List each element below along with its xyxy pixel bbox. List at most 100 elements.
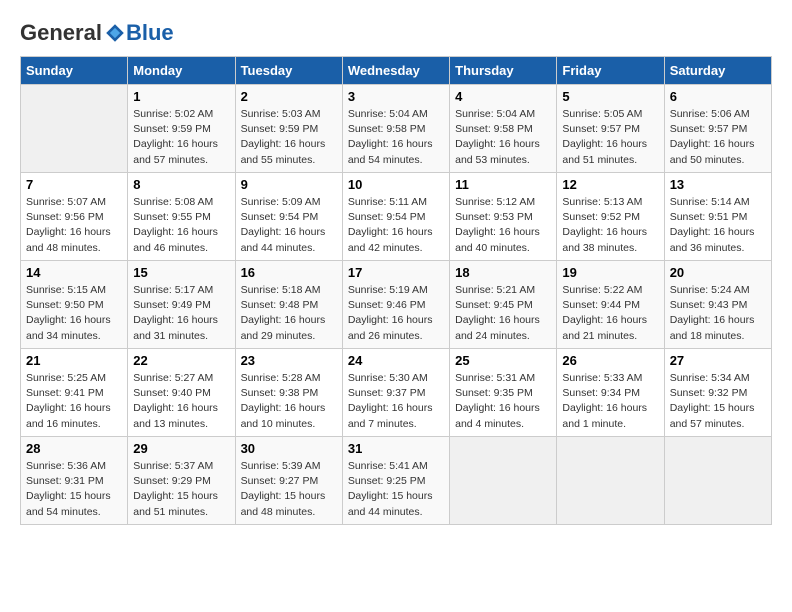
header-sunday: Sunday [21,57,128,85]
header-saturday: Saturday [664,57,771,85]
day-detail: Sunrise: 5:15 AM Sunset: 9:50 PM Dayligh… [26,283,122,344]
day-detail: Sunrise: 5:19 AM Sunset: 9:46 PM Dayligh… [348,283,444,344]
calendar-cell [21,85,128,173]
logo-general: General [20,20,102,46]
calendar-cell: 9Sunrise: 5:09 AM Sunset: 9:54 PM Daylig… [235,173,342,261]
day-detail: Sunrise: 5:30 AM Sunset: 9:37 PM Dayligh… [348,371,444,432]
day-detail: Sunrise: 5:39 AM Sunset: 9:27 PM Dayligh… [241,459,337,520]
calendar-cell: 19 Sunrise: 5:22 AM Sunset: 9:44 PM Dayli… [557,261,664,349]
calendar-week-3: 14 Sunrise: 5:15 AM Sunset: 9:50 PM Dayli… [21,261,772,349]
calendar-cell [557,437,664,525]
calendar-cell: 27 Sunrise: 5:34 AM Sunset: 9:32 PM Dayli… [664,349,771,437]
day-number: 24 [348,353,444,368]
calendar-table: SundayMondayTuesdayWednesdayThursdayFrid… [20,56,772,525]
calendar-cell: 20 Sunrise: 5:24 AM Sunset: 9:43 PM Dayli… [664,261,771,349]
day-number: 16 [241,265,337,280]
day-detail: Sunrise: 5:22 AM Sunset: 9:44 PM Dayligh… [562,283,658,344]
day-detail: Sunrise: 5:25 AM Sunset: 9:41 PM Dayligh… [26,371,122,432]
calendar-cell: 30Sunrise: 5:39 AM Sunset: 9:27 PM Dayli… [235,437,342,525]
day-number: 23 [241,353,337,368]
day-number: 15 [133,265,229,280]
calendar-cell: 15 Sunrise: 5:17 AM Sunset: 9:49 PM Dayli… [128,261,235,349]
day-number: 4 [455,89,551,104]
day-number: 9 [241,177,337,192]
day-detail: Sunrise: 5:14 AM Sunset: 9:51 PM Dayligh… [670,195,766,256]
day-number: 22 [133,353,229,368]
day-detail: Sunrise: 5:36 AM Sunset: 9:31 PM Dayligh… [26,459,122,520]
calendar-cell: 3Sunrise: 5:04 AM Sunset: 9:58 PM Daylig… [342,85,449,173]
calendar-header-row: SundayMondayTuesdayWednesdayThursdayFrid… [21,57,772,85]
day-detail: Sunrise: 5:08 AM Sunset: 9:55 PM Dayligh… [133,195,229,256]
calendar-cell: 7 Sunrise: 5:07 AM Sunset: 9:56 PM Daylig… [21,173,128,261]
header-thursday: Thursday [450,57,557,85]
day-detail: Sunrise: 5:03 AM Sunset: 9:59 PM Dayligh… [241,107,337,168]
day-number: 28 [26,441,122,456]
calendar-cell: 1 Sunrise: 5:02 AM Sunset: 9:59 PM Daylig… [128,85,235,173]
calendar-cell: 2Sunrise: 5:03 AM Sunset: 9:59 PM Daylig… [235,85,342,173]
calendar-cell: 6 Sunrise: 5:06 AM Sunset: 9:57 PM Daylig… [664,85,771,173]
calendar-cell: 12 Sunrise: 5:13 AM Sunset: 9:52 PM Dayli… [557,173,664,261]
calendar-cell: 8 Sunrise: 5:08 AM Sunset: 9:55 PM Daylig… [128,173,235,261]
day-number: 11 [455,177,551,192]
header-tuesday: Tuesday [235,57,342,85]
calendar-cell: 13 Sunrise: 5:14 AM Sunset: 9:51 PM Dayli… [664,173,771,261]
calendar-cell [664,437,771,525]
day-number: 21 [26,353,122,368]
calendar-cell: 17 Sunrise: 5:19 AM Sunset: 9:46 PM Dayli… [342,261,449,349]
day-detail: Sunrise: 5:27 AM Sunset: 9:40 PM Dayligh… [133,371,229,432]
logo: GeneralBlue [20,20,174,46]
day-number: 1 [133,89,229,104]
day-detail: Sunrise: 5:06 AM Sunset: 9:57 PM Dayligh… [670,107,766,168]
day-number: 29 [133,441,229,456]
day-detail: Sunrise: 5:18 AM Sunset: 9:48 PM Dayligh… [241,283,337,344]
day-number: 6 [670,89,766,104]
calendar-cell: 16 Sunrise: 5:18 AM Sunset: 9:48 PM Dayli… [235,261,342,349]
calendar-cell: 25Sunrise: 5:31 AM Sunset: 9:35 PM Dayli… [450,349,557,437]
calendar-week-4: 21 Sunrise: 5:25 AM Sunset: 9:41 PM Dayli… [21,349,772,437]
day-detail: Sunrise: 5:21 AM Sunset: 9:45 PM Dayligh… [455,283,551,344]
day-number: 10 [348,177,444,192]
day-detail: Sunrise: 5:17 AM Sunset: 9:49 PM Dayligh… [133,283,229,344]
calendar-week-5: 28 Sunrise: 5:36 AM Sunset: 9:31 PM Dayli… [21,437,772,525]
calendar-cell: 14 Sunrise: 5:15 AM Sunset: 9:50 PM Dayli… [21,261,128,349]
calendar-cell: 18Sunrise: 5:21 AM Sunset: 9:45 PM Dayli… [450,261,557,349]
header-wednesday: Wednesday [342,57,449,85]
day-number: 17 [348,265,444,280]
calendar-cell: 22 Sunrise: 5:27 AM Sunset: 9:40 PM Dayli… [128,349,235,437]
day-detail: Sunrise: 5:07 AM Sunset: 9:56 PM Dayligh… [26,195,122,256]
calendar-cell: 28 Sunrise: 5:36 AM Sunset: 9:31 PM Dayli… [21,437,128,525]
day-number: 25 [455,353,551,368]
calendar-week-2: 7 Sunrise: 5:07 AM Sunset: 9:56 PM Daylig… [21,173,772,261]
day-number: 12 [562,177,658,192]
day-number: 3 [348,89,444,104]
header-monday: Monday [128,57,235,85]
day-number: 13 [670,177,766,192]
calendar-cell: 10 Sunrise: 5:11 AM Sunset: 9:54 PM Dayli… [342,173,449,261]
day-number: 5 [562,89,658,104]
day-detail: Sunrise: 5:34 AM Sunset: 9:32 PM Dayligh… [670,371,766,432]
calendar-cell: 5 Sunrise: 5:05 AM Sunset: 9:57 PM Daylig… [557,85,664,173]
day-number: 19 [562,265,658,280]
header-friday: Friday [557,57,664,85]
day-number: 14 [26,265,122,280]
day-number: 8 [133,177,229,192]
calendar-cell: 21 Sunrise: 5:25 AM Sunset: 9:41 PM Dayli… [21,349,128,437]
day-detail: Sunrise: 5:11 AM Sunset: 9:54 PM Dayligh… [348,195,444,256]
day-detail: Sunrise: 5:12 AM Sunset: 9:53 PM Dayligh… [455,195,551,256]
day-number: 20 [670,265,766,280]
calendar-cell [450,437,557,525]
day-detail: Sunrise: 5:13 AM Sunset: 9:52 PM Dayligh… [562,195,658,256]
day-detail: Sunrise: 5:41 AM Sunset: 9:25 PM Dayligh… [348,459,444,520]
calendar-cell: 29Sunrise: 5:37 AM Sunset: 9:29 PM Dayli… [128,437,235,525]
day-number: 27 [670,353,766,368]
logo-icon [104,22,126,44]
calendar-cell: 24 Sunrise: 5:30 AM Sunset: 9:37 PM Dayli… [342,349,449,437]
calendar-cell: 23 Sunrise: 5:28 AM Sunset: 9:38 PM Dayli… [235,349,342,437]
day-detail: Sunrise: 5:28 AM Sunset: 9:38 PM Dayligh… [241,371,337,432]
day-detail: Sunrise: 5:24 AM Sunset: 9:43 PM Dayligh… [670,283,766,344]
day-number: 7 [26,177,122,192]
day-detail: Sunrise: 5:02 AM Sunset: 9:59 PM Dayligh… [133,107,229,168]
day-detail: Sunrise: 5:05 AM Sunset: 9:57 PM Dayligh… [562,107,658,168]
day-number: 26 [562,353,658,368]
day-number: 31 [348,441,444,456]
